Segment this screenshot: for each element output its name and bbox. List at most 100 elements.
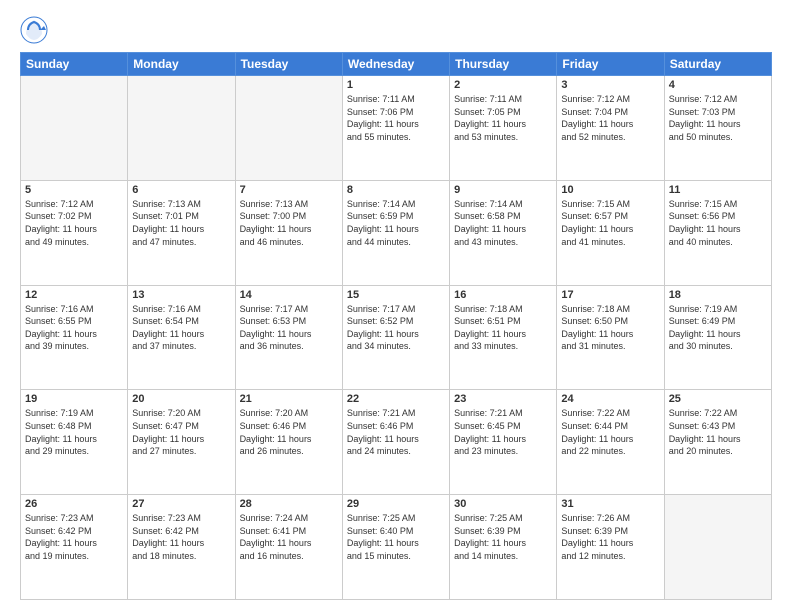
calendar-day: 24Sunrise: 7:22 AM Sunset: 6:44 PM Dayli…: [557, 390, 664, 495]
calendar-day: 15Sunrise: 7:17 AM Sunset: 6:52 PM Dayli…: [342, 285, 449, 390]
calendar-week-3: 12 Sunrise: 7:16 AM Sunset: 6:55 PM Dayli…: [21, 285, 772, 390]
calendar-day: 1 Sunrise: 7:11 AM Sunset: 7:06 PM Daylig…: [342, 76, 449, 181]
day-info: Sunrise: 7:21 AM Sunset: 6:46 PM Dayligh…: [347, 407, 445, 457]
calendar-week-1: 1 Sunrise: 7:11 AM Sunset: 7:06 PM Daylig…: [21, 76, 772, 181]
day-info: Sunrise: 7:23 AM Sunset: 6:42 PM Dayligh…: [132, 512, 230, 562]
calendar-day: 30Sunrise: 7:25 AM Sunset: 6:39 PM Dayli…: [450, 495, 557, 600]
header: [20, 16, 772, 44]
day-info: Sunrise: 7:20 AM Sunset: 6:46 PM Dayligh…: [240, 407, 338, 457]
weekday-header-sunday: Sunday: [21, 53, 128, 76]
day-info: Sunrise: 7:25 AM Sunset: 6:40 PM Dayligh…: [347, 512, 445, 562]
day-info: Sunrise: 7:13 AM Sunset: 7:01 PM Dayligh…: [132, 198, 230, 248]
day-number: 27: [132, 498, 230, 510]
calendar-day: [235, 76, 342, 181]
calendar-day: [128, 76, 235, 181]
day-info: Sunrise: 7:19 AM Sunset: 6:49 PM Dayligh…: [669, 303, 767, 353]
calendar-table: SundayMondayTuesdayWednesdayThursdayFrid…: [20, 52, 772, 600]
day-info: Sunrise: 7:20 AM Sunset: 6:47 PM Dayligh…: [132, 407, 230, 457]
calendar-day: 5Sunrise: 7:12 AM Sunset: 7:02 PM Daylig…: [21, 180, 128, 285]
day-number: 13: [132, 289, 230, 301]
weekday-header-tuesday: Tuesday: [235, 53, 342, 76]
calendar-day: 17 Sunrise: 7:18 AM Sunset: 6:50 PM Dayli…: [557, 285, 664, 390]
day-info: Sunrise: 7:23 AM Sunset: 6:42 PM Dayligh…: [25, 512, 123, 562]
calendar-day: 14Sunrise: 7:17 AM Sunset: 6:53 PM Dayli…: [235, 285, 342, 390]
calendar-day: 23 Sunrise: 7:21 AM Sunset: 6:45 PM Dayli…: [450, 390, 557, 495]
day-info: Sunrise: 7:21 AM Sunset: 6:45 PM Dayligh…: [454, 407, 552, 457]
day-info: Sunrise: 7:13 AM Sunset: 7:00 PM Dayligh…: [240, 198, 338, 248]
day-info: Sunrise: 7:14 AM Sunset: 6:58 PM Dayligh…: [454, 198, 552, 248]
day-number: 11: [669, 184, 767, 196]
day-number: 25: [669, 393, 767, 405]
calendar-week-4: 19Sunrise: 7:19 AM Sunset: 6:48 PM Dayli…: [21, 390, 772, 495]
calendar-day: [664, 495, 771, 600]
day-info: Sunrise: 7:19 AM Sunset: 6:48 PM Dayligh…: [25, 407, 123, 457]
weekday-header-thursday: Thursday: [450, 53, 557, 76]
day-info: Sunrise: 7:18 AM Sunset: 6:50 PM Dayligh…: [561, 303, 659, 353]
calendar-day: 27 Sunrise: 7:23 AM Sunset: 6:42 PM Dayli…: [128, 495, 235, 600]
weekday-header-monday: Monday: [128, 53, 235, 76]
calendar-day: 26 Sunrise: 7:23 AM Sunset: 6:42 PM Dayli…: [21, 495, 128, 600]
calendar-day: 12 Sunrise: 7:16 AM Sunset: 6:55 PM Dayli…: [21, 285, 128, 390]
calendar-day: 11 Sunrise: 7:15 AM Sunset: 6:56 PM Dayli…: [664, 180, 771, 285]
logo-icon: [20, 16, 48, 44]
day-info: Sunrise: 7:14 AM Sunset: 6:59 PM Dayligh…: [347, 198, 445, 248]
day-number: 5: [25, 184, 123, 196]
day-number: 22: [347, 393, 445, 405]
page: SundayMondayTuesdayWednesdayThursdayFrid…: [0, 0, 792, 612]
day-number: 12: [25, 289, 123, 301]
day-number: 23: [454, 393, 552, 405]
day-info: Sunrise: 7:16 AM Sunset: 6:54 PM Dayligh…: [132, 303, 230, 353]
calendar-day: 21 Sunrise: 7:20 AM Sunset: 6:46 PM Dayli…: [235, 390, 342, 495]
day-number: 1: [347, 79, 445, 91]
calendar-day: 6 Sunrise: 7:13 AM Sunset: 7:01 PM Daylig…: [128, 180, 235, 285]
calendar-day: 9 Sunrise: 7:14 AM Sunset: 6:58 PM Daylig…: [450, 180, 557, 285]
day-info: Sunrise: 7:12 AM Sunset: 7:03 PM Dayligh…: [669, 93, 767, 143]
calendar-day: 29 Sunrise: 7:25 AM Sunset: 6:40 PM Dayli…: [342, 495, 449, 600]
day-number: 16: [454, 289, 552, 301]
calendar-day: 2Sunrise: 7:11 AM Sunset: 7:05 PM Daylig…: [450, 76, 557, 181]
calendar-day: 10 Sunrise: 7:15 AM Sunset: 6:57 PM Dayli…: [557, 180, 664, 285]
day-number: 17: [561, 289, 659, 301]
day-number: 20: [132, 393, 230, 405]
calendar-day: 8Sunrise: 7:14 AM Sunset: 6:59 PM Daylig…: [342, 180, 449, 285]
day-number: 29: [347, 498, 445, 510]
day-info: Sunrise: 7:11 AM Sunset: 7:05 PM Dayligh…: [454, 93, 552, 143]
calendar-day: 18 Sunrise: 7:19 AM Sunset: 6:49 PM Dayli…: [664, 285, 771, 390]
day-number: 26: [25, 498, 123, 510]
day-number: 6: [132, 184, 230, 196]
day-number: 7: [240, 184, 338, 196]
day-number: 4: [669, 79, 767, 91]
calendar-day: 3Sunrise: 7:12 AM Sunset: 7:04 PM Daylig…: [557, 76, 664, 181]
calendar-week-2: 5Sunrise: 7:12 AM Sunset: 7:02 PM Daylig…: [21, 180, 772, 285]
calendar-day: [21, 76, 128, 181]
calendar-day: 13 Sunrise: 7:16 AM Sunset: 6:54 PM Dayli…: [128, 285, 235, 390]
day-info: Sunrise: 7:17 AM Sunset: 6:52 PM Dayligh…: [347, 303, 445, 353]
calendar-week-5: 26 Sunrise: 7:23 AM Sunset: 6:42 PM Dayli…: [21, 495, 772, 600]
day-info: Sunrise: 7:11 AM Sunset: 7:06 PM Dayligh…: [347, 93, 445, 143]
calendar-day: 16 Sunrise: 7:18 AM Sunset: 6:51 PM Dayli…: [450, 285, 557, 390]
day-number: 3: [561, 79, 659, 91]
day-number: 21: [240, 393, 338, 405]
day-number: 28: [240, 498, 338, 510]
calendar-day: 28Sunrise: 7:24 AM Sunset: 6:41 PM Dayli…: [235, 495, 342, 600]
day-number: 10: [561, 184, 659, 196]
day-info: Sunrise: 7:26 AM Sunset: 6:39 PM Dayligh…: [561, 512, 659, 562]
day-info: Sunrise: 7:15 AM Sunset: 6:56 PM Dayligh…: [669, 198, 767, 248]
calendar-day: 22 Sunrise: 7:21 AM Sunset: 6:46 PM Dayli…: [342, 390, 449, 495]
calendar-day: 25 Sunrise: 7:22 AM Sunset: 6:43 PM Dayli…: [664, 390, 771, 495]
weekday-header-row: SundayMondayTuesdayWednesdayThursdayFrid…: [21, 53, 772, 76]
weekday-header-saturday: Saturday: [664, 53, 771, 76]
day-info: Sunrise: 7:16 AM Sunset: 6:55 PM Dayligh…: [25, 303, 123, 353]
calendar-day: 19Sunrise: 7:19 AM Sunset: 6:48 PM Dayli…: [21, 390, 128, 495]
day-info: Sunrise: 7:15 AM Sunset: 6:57 PM Dayligh…: [561, 198, 659, 248]
day-info: Sunrise: 7:17 AM Sunset: 6:53 PM Dayligh…: [240, 303, 338, 353]
day-number: 30: [454, 498, 552, 510]
weekday-header-friday: Friday: [557, 53, 664, 76]
day-number: 31: [561, 498, 659, 510]
day-info: Sunrise: 7:18 AM Sunset: 6:51 PM Dayligh…: [454, 303, 552, 353]
logo: [20, 16, 52, 44]
day-number: 18: [669, 289, 767, 301]
day-info: Sunrise: 7:22 AM Sunset: 6:43 PM Dayligh…: [669, 407, 767, 457]
day-number: 9: [454, 184, 552, 196]
calendar-day: 4 Sunrise: 7:12 AM Sunset: 7:03 PM Daylig…: [664, 76, 771, 181]
